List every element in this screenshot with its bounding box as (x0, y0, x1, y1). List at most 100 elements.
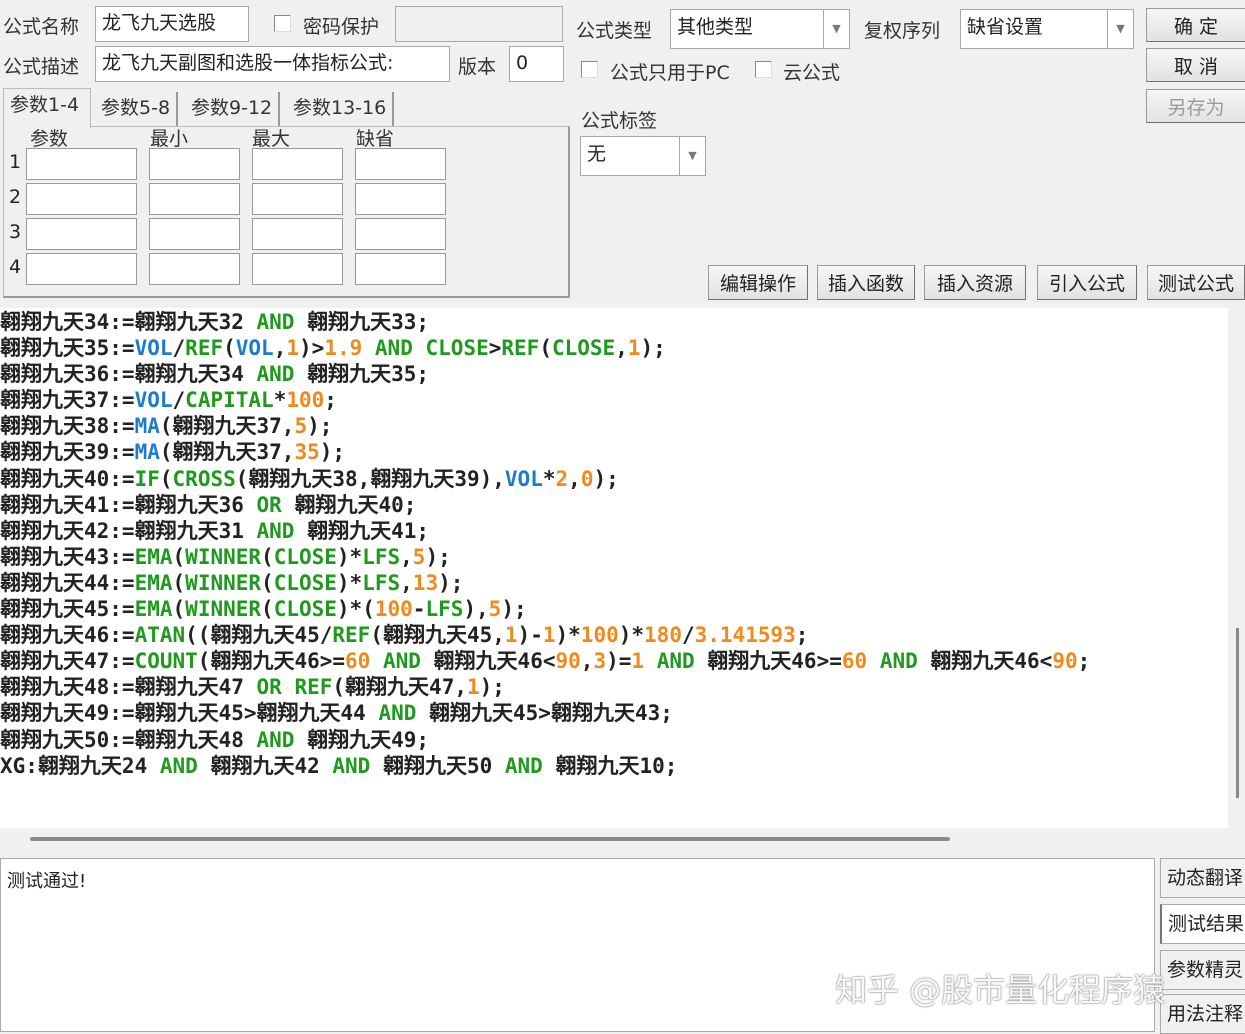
test-result-button[interactable]: 测试结果 (1160, 904, 1245, 944)
code-text: (翱翔九天45, (370, 623, 505, 648)
ok-button[interactable]: 确 定 (1146, 8, 1245, 42)
code-line: 翱翔九天42:=翱翔九天31 AND 翱翔九天41; (0, 518, 1228, 544)
tab-params-1-4[interactable]: 参数1-4 (3, 88, 91, 128)
code-text: ); (640, 336, 666, 361)
code-text: 翱翔九天46< (917, 649, 1053, 674)
code-text: 翱翔九天39:= (0, 440, 135, 465)
code-text: 翱翔九天40; (281, 492, 417, 517)
code-text: ); (438, 570, 464, 595)
code-text: 翱翔九天44:= (0, 570, 135, 595)
insert-resource-button[interactable]: 插入资源 (924, 265, 1026, 300)
rights-value: 缺省设置 (967, 16, 1044, 38)
param-cell-input[interactable] (252, 183, 343, 215)
code-keyword: CLOSE (273, 544, 337, 569)
param-cell-input[interactable] (26, 148, 137, 180)
vertical-scrollbar[interactable] (1228, 308, 1245, 828)
password-input[interactable] (395, 6, 563, 42)
code-text: , (400, 544, 413, 569)
code-variable: VOL (134, 336, 173, 361)
usage-notes-button[interactable]: 用法注释 (1160, 994, 1245, 1034)
code-text: (翱翔九天46>= (197, 649, 346, 674)
param-cell-input[interactable] (149, 218, 240, 250)
code-text: - (412, 597, 426, 622)
param-cell-input[interactable] (252, 148, 343, 180)
formula-desc-input[interactable]: 龙飞九天副图和选股一体指标公式: (95, 46, 450, 82)
formula-name-label: 公式名称 (3, 16, 80, 38)
param-cell-input[interactable] (26, 218, 137, 250)
scrollbar-thumb[interactable] (1236, 628, 1239, 798)
param-cell-input[interactable] (355, 183, 446, 215)
code-text: ( (172, 544, 186, 569)
code-number: 5 (412, 544, 426, 569)
param-header-name: 参数 (30, 128, 69, 150)
version-input[interactable]: 0 (509, 46, 564, 82)
code-text: 翱翔九天42 (197, 753, 333, 778)
cloud-checkbox[interactable] (755, 61, 772, 78)
param-cell-input[interactable] (252, 253, 343, 285)
rights-select[interactable]: 缺省设置 ▼ (960, 9, 1134, 49)
param-cell-input[interactable] (26, 253, 137, 285)
chevron-down-icon: ▼ (679, 137, 705, 175)
edit-ops-button[interactable]: 编辑操作 (708, 265, 808, 300)
code-number: 1 (542, 623, 556, 648)
cancel-button[interactable]: 取 消 (1146, 48, 1245, 82)
code-line: 翱翔九天45:=EMA(WINNER(CLOSE)*(100-LFS),5); (0, 596, 1228, 622)
test-formula-button[interactable]: 测试公式 (1147, 265, 1245, 300)
code-text: 翱翔九天37:= (0, 388, 135, 413)
code-text: , (400, 570, 413, 595)
save-as-button[interactable]: 另存为 (1146, 89, 1245, 123)
param-cell-input[interactable] (149, 148, 240, 180)
code-keyword: REF (185, 336, 224, 361)
code-text: )- (517, 623, 543, 648)
code-text: 翱翔九天46< (420, 649, 556, 674)
tag-select[interactable]: 无 ▼ (580, 136, 706, 176)
code-text: ); (319, 440, 346, 465)
param-cell-input[interactable] (149, 253, 240, 285)
code-text: ); (593, 466, 619, 491)
param-cell-input[interactable] (355, 253, 446, 285)
code-line: 翱翔九天39:=MA(翱翔九天37,35); (0, 439, 1228, 465)
param-cell-input[interactable] (355, 218, 446, 250)
code-variable: VOL (134, 388, 173, 413)
horizontal-scrollbar[interactable] (30, 837, 950, 841)
formula-name-input[interactable]: 龙飞九天选股 (95, 6, 249, 42)
param-header-default: 缺省 (356, 128, 395, 150)
code-editor[interactable]: 翱翔九天34:=翱翔九天32 AND 翱翔九天33; 翱翔九天35:=VOL/RE… (0, 308, 1228, 828)
param-cell-input[interactable] (26, 183, 137, 215)
code-keyword: AND (256, 518, 295, 543)
param-cell-input[interactable] (149, 183, 240, 215)
insert-function-button[interactable]: 插入函数 (817, 265, 915, 300)
code-text: / (172, 336, 186, 361)
param-wizard-button[interactable]: 参数精灵 (1160, 950, 1245, 990)
code-text: )* (336, 570, 363, 595)
code-keyword: LFS (362, 570, 401, 595)
code-number: 0 (580, 466, 594, 491)
pc-only-checkbox[interactable] (581, 61, 598, 78)
code-number: 35 (294, 440, 320, 465)
formula-type-select[interactable]: 其他类型 ▼ (670, 9, 850, 49)
tab-params-5-8[interactable]: 参数5-8 (95, 92, 179, 126)
code-keyword: AND (656, 649, 695, 674)
param-cell-input[interactable] (355, 148, 446, 180)
formula-type-value: 其他类型 (677, 16, 754, 38)
code-number: 2 (555, 466, 569, 491)
pc-only-label: 公式只用于PC (610, 62, 730, 84)
code-variable: MA (134, 440, 160, 465)
version-label: 版本 (458, 56, 497, 78)
dynamic-translate-button[interactable]: 动态翻译 (1160, 858, 1245, 898)
password-checkbox[interactable] (274, 15, 291, 32)
import-formula-button[interactable]: 引入公式 (1037, 265, 1137, 300)
tab-params-13-16[interactable]: 参数13-16 (287, 92, 395, 126)
formula-desc-label: 公式描述 (3, 56, 80, 78)
tab-params-9-12[interactable]: 参数9-12 (185, 92, 281, 126)
code-keyword: CLOSE (273, 597, 337, 622)
code-text: )*( (336, 597, 375, 622)
code-line: 翱翔九天48:=翱翔九天47 OR REF(翱翔九天47,1); (0, 674, 1228, 700)
param-row-number: 4 (9, 256, 22, 278)
code-text: 翱翔九天35; (294, 362, 430, 387)
code-number: 90 (1052, 649, 1078, 674)
param-cell-input[interactable] (252, 218, 343, 250)
code-text: 翱翔九天42:=翱翔九天31 (0, 518, 257, 543)
